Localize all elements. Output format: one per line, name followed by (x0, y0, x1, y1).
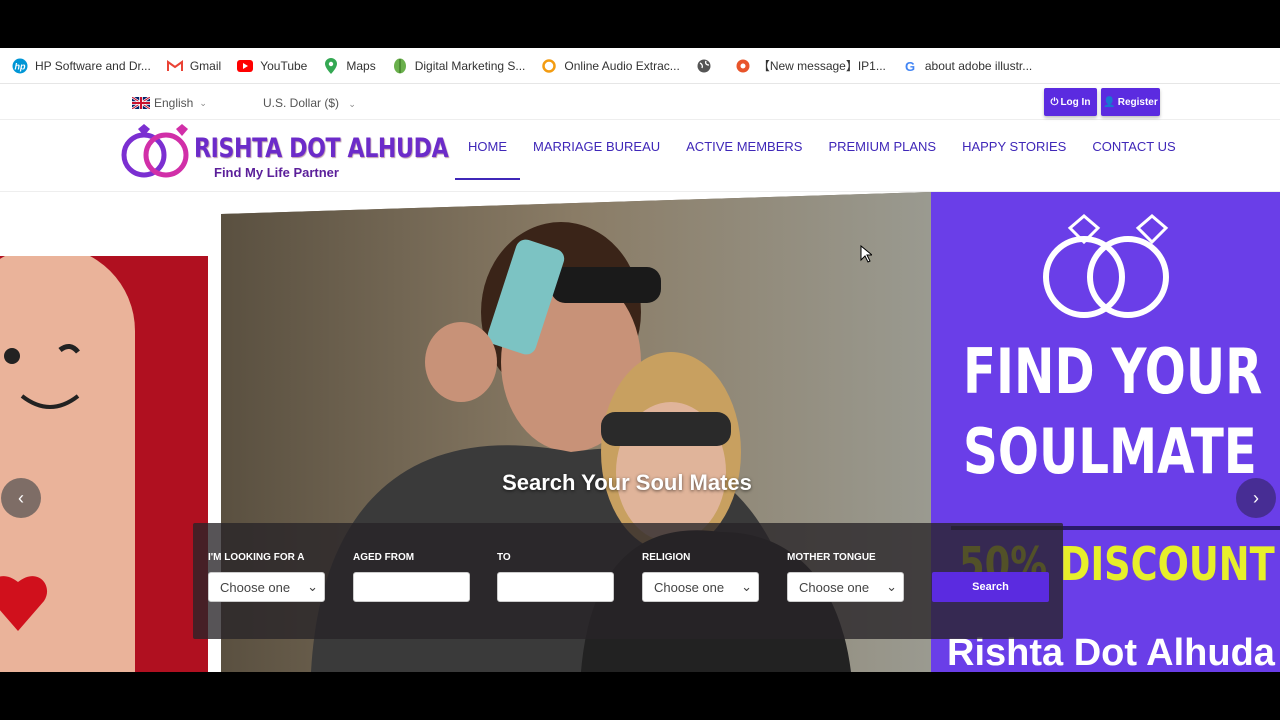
audio-icon (541, 58, 557, 74)
bookmark-label: about adobe illustr... (924, 58, 1033, 73)
bookmark-label: Online Audio Extrac... (564, 58, 680, 73)
bookmark-maps[interactable]: Maps (323, 57, 376, 74)
religion-field: RELIGION Choose one ⌄ (642, 552, 759, 602)
mother-tongue-field: MOTHER TONGUE Choose one ⌄ (787, 552, 904, 602)
search-form: I'M LOOKING FOR A Choose one ⌄ AGED FROM… (193, 523, 1063, 639)
logo-subtitle: Find My Life Partner (214, 165, 339, 180)
uk-flag-icon (132, 97, 150, 109)
hero-title: Search Your Soul Mates (502, 470, 752, 495)
looking-for-select[interactable]: Choose one ⌄ (208, 572, 325, 602)
looking-for-value: Choose one (220, 579, 291, 595)
aged-from-field: AGED FROM (353, 552, 470, 602)
currency-selector[interactable]: U.S. Dollar ($) ⌄ (263, 96, 356, 110)
currency-label: U.S. Dollar ($) (263, 96, 340, 110)
site-logo[interactable]: RISHTA DOT ALHUDA Find My Life Partner (118, 123, 449, 183)
gmail-icon (166, 58, 183, 74)
nav-happy-stories[interactable]: HAPPY STORIES (949, 120, 1079, 192)
nav-marriage-bureau[interactable]: MARRIAGE BUREAU (520, 120, 673, 192)
age-to-field: TO (497, 552, 614, 602)
maps-icon (323, 57, 339, 74)
aged-from-label: AGED FROM (353, 552, 415, 563)
register-button[interactable]: 👤 Register (1101, 88, 1160, 116)
nav-premium-plans[interactable]: PREMIUM PLANS (815, 120, 949, 192)
search-button[interactable]: Search (932, 572, 1049, 602)
user-icon: 👤 (1103, 96, 1116, 108)
mother-tongue-select[interactable]: Choose one ⌄ (787, 572, 904, 602)
promo-headline: FIND YOUR SOULMATE (963, 332, 1262, 492)
rings-promo-icon (1043, 214, 1169, 318)
browser-top-area (0, 0, 1280, 48)
chevron-down-icon: ⌄ (741, 579, 752, 594)
chevron-down-icon: ⌄ (348, 99, 356, 109)
bookmark-label: HP Software and Dr... (35, 58, 151, 73)
looking-for-label: I'M LOOKING FOR A (208, 552, 305, 563)
register-label: Register (1117, 96, 1158, 108)
bookmark-label: Maps (346, 58, 376, 73)
language-label: English (154, 96, 194, 110)
logo-title: RISHTA DOT ALHUDA (194, 133, 449, 164)
age-to-input[interactable] (497, 572, 614, 602)
religion-label: RELIGION (642, 552, 691, 563)
utility-bar: English ⌄ U.S. Dollar ($) ⌄ ⏻ Log In 👤 R… (0, 84, 1280, 120)
religion-value: Choose one (654, 579, 725, 595)
religion-select[interactable]: Choose one ⌄ (642, 572, 759, 602)
slide-finger-image (0, 256, 208, 672)
bookmark-label: Digital Marketing S... (414, 58, 526, 73)
bookmark-globe[interactable] (696, 58, 719, 74)
bookmark-hp[interactable]: hp HP Software and Dr... (12, 58, 151, 74)
language-selector[interactable]: English ⌄ (132, 96, 207, 110)
bookmark-label: 【New message】IP1... (757, 59, 886, 73)
looking-for-field: I'M LOOKING FOR A Choose one ⌄ (208, 552, 325, 602)
login-label: Log In (1060, 96, 1091, 108)
age-to-label: TO (497, 552, 511, 563)
chevron-down-icon: ⌄ (886, 579, 897, 594)
bookmarks-bar: hp HP Software and Dr... Gmail YouTube M… (0, 48, 1280, 84)
bookmark-new-message[interactable]: 【New message】IP1... (735, 57, 886, 74)
svg-text:G: G (905, 59, 915, 73)
slider-next-button[interactable]: › (1236, 478, 1276, 518)
google-icon: G (902, 58, 918, 74)
youtube-icon (237, 58, 254, 74)
bookmark-youtube[interactable]: YouTube (237, 58, 307, 74)
bookmark-label: Gmail (189, 58, 222, 73)
leaf-icon (392, 58, 408, 74)
hp-icon: hp (12, 58, 28, 74)
aged-from-input[interactable] (353, 572, 470, 602)
power-icon: ⏻ (1050, 96, 1059, 108)
mouse-cursor-icon (860, 245, 872, 263)
chevron-down-icon: ⌄ (199, 97, 207, 108)
login-button[interactable]: ⏻ Log In (1044, 88, 1097, 116)
mother-tongue-label: MOTHER TONGUE (787, 552, 876, 563)
nav-menu: HOME MARRIAGE BUREAU ACTIVE MEMBERS PREM… (455, 120, 1189, 192)
mother-tongue-value: Choose one (799, 579, 870, 595)
chevron-left-icon: ‹ (18, 487, 24, 508)
nav-active-members[interactable]: ACTIVE MEMBERS (673, 120, 815, 192)
heart-icon (0, 576, 48, 631)
bookmark-google-search[interactable]: G about adobe illustr... (902, 58, 1032, 74)
promo-line-1: FIND YOUR (963, 335, 1263, 408)
bookmark-audio-extractor[interactable]: Online Audio Extrac... (541, 58, 680, 74)
main-navbar: RISHTA DOT ALHUDA Find My Life Partner H… (0, 120, 1280, 192)
slider-prev-button[interactable]: ‹ (1, 478, 41, 518)
globe-icon (696, 58, 712, 74)
bookmark-label: YouTube (260, 58, 308, 73)
message-icon (735, 58, 751, 74)
nav-home[interactable]: HOME (455, 120, 520, 180)
hero-slider: FIND YOUR SOULMATE 50% DISCOUNT Rishta D… (0, 192, 1280, 672)
chevron-down-icon: ⌄ (307, 579, 318, 594)
nav-contact-us[interactable]: CONTACT US (1079, 120, 1188, 192)
chevron-right-icon: › (1253, 487, 1259, 508)
web-page: English ⌄ U.S. Dollar ($) ⌄ ⏻ Log In 👤 R… (0, 84, 1280, 672)
rings-logo-icon (121, 124, 189, 178)
svg-text:hp: hp (15, 61, 26, 71)
bottom-letterbox (0, 672, 1280, 720)
bookmark-gmail[interactable]: Gmail (166, 58, 222, 74)
bookmark-digital-marketing[interactable]: Digital Marketing S... (392, 58, 526, 74)
screen: hp HP Software and Dr... Gmail YouTube M… (0, 0, 1280, 720)
